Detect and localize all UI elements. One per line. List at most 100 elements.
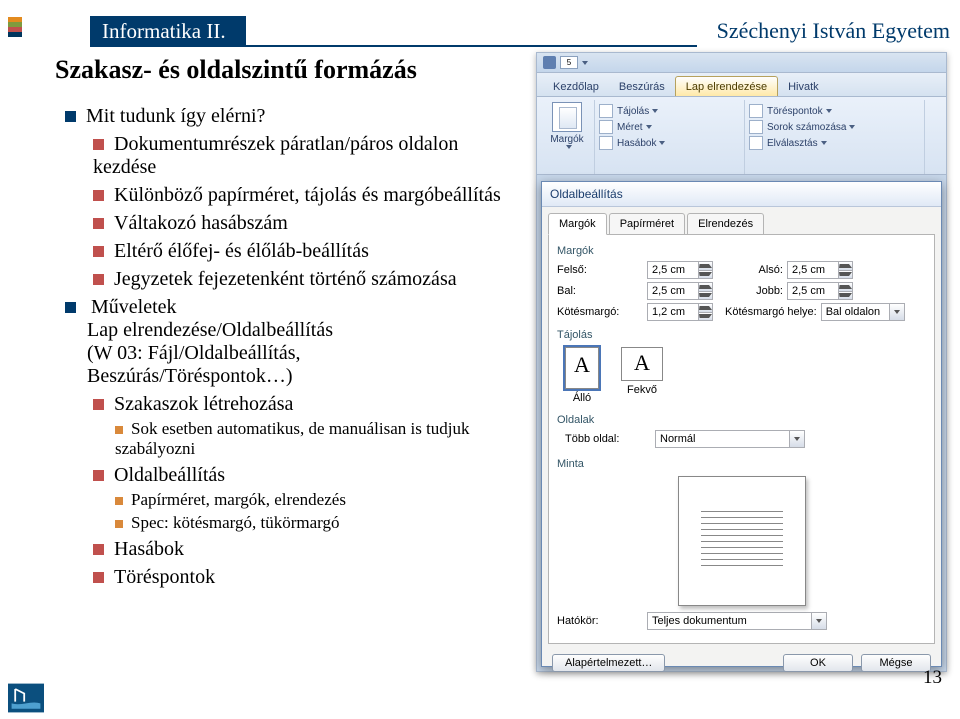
section-margins-label: Margók — [557, 245, 926, 257]
bullet-l2: Különböző papírméret, tájolás és margóbe… — [93, 184, 505, 207]
orientation-button[interactable]: Tájolás — [599, 104, 740, 118]
gutter-pos-combo[interactable]: Bal oldalon — [821, 303, 905, 321]
section-pages-label: Oldalak — [557, 414, 926, 426]
dialog-tab-layout[interactable]: Elrendezés — [687, 213, 764, 235]
page-setup-dialog: Oldalbeállítás Margók Papírméret Elrende… — [541, 181, 942, 667]
spin-up-icon[interactable] — [839, 264, 852, 268]
header-university: Széchenyi István Egyetem — [717, 18, 950, 44]
size-icon — [599, 120, 613, 134]
section-preview-label: Minta — [557, 458, 926, 470]
slide-header: Informatika II. Széchenyi István Egyetem — [90, 16, 950, 47]
ok-button[interactable]: OK — [783, 654, 853, 672]
bullet-l2: Szakaszok létrehozása Sok esetben automa… — [93, 393, 505, 459]
portrait-icon: A — [565, 347, 599, 389]
spin-up-icon[interactable] — [699, 264, 712, 268]
bullet-l2: Eltérő élőfej- és élőláb-beállítás — [93, 240, 505, 263]
right-margin-label: Jobb: — [733, 285, 783, 297]
tab-references[interactable]: Hivatk — [778, 77, 829, 96]
page-title: Szakasz- és oldalszintű formázás — [55, 55, 417, 85]
size-button[interactable]: Méret — [599, 120, 740, 134]
multiple-pages-label: Több oldal: — [565, 433, 655, 445]
word-screenshot: 5 Kezdőlap Beszúrás Lap elrendezése Hiva… — [536, 52, 947, 672]
line-numbers-button[interactable]: Sorok számozása — [749, 120, 920, 134]
chevron-down-icon — [826, 109, 832, 113]
chevron-down-icon — [889, 304, 904, 320]
chevron-down-icon — [849, 125, 855, 129]
office-button-icon[interactable] — [543, 56, 556, 69]
gutter-label: Kötésmargó: — [557, 306, 647, 318]
chevron-down-icon — [566, 145, 572, 149]
tab-insert[interactable]: Beszúrás — [609, 77, 675, 96]
dialog-body: Margók Felső: 2,5 cm Alsó: 2,5 cm Bal: 2… — [548, 234, 935, 644]
multiple-pages-combo[interactable]: Normál — [655, 430, 805, 448]
bullet-l2: Váltakozó hasábszám — [93, 212, 505, 235]
page-number: 13 — [923, 667, 942, 689]
left-margin-label: Bal: — [557, 285, 647, 297]
bullet-l4: Papírméret, margók, elrendezés — [115, 490, 505, 510]
bullet-l4: Spec: kötésmargó, tükörmargó — [115, 513, 505, 533]
margins-button[interactable]: Margók — [544, 102, 590, 172]
qat-dropdown-icon[interactable] — [582, 61, 588, 65]
bullet-l2: Oldalbeállítás Papírméret, margók, elren… — [93, 464, 505, 533]
gutter-spinner[interactable]: 1,2 cm — [647, 303, 713, 321]
top-margin-spinner[interactable]: 2,5 cm — [647, 261, 713, 279]
chevron-down-icon — [811, 613, 826, 629]
columns-icon — [599, 136, 613, 150]
gutter-pos-label: Kötésmargó helye: — [725, 306, 817, 318]
margins-icon — [552, 102, 582, 132]
breaks-button[interactable]: Töréspontok — [749, 104, 920, 118]
dialog-tab-paper[interactable]: Papírméret — [609, 213, 685, 235]
orientation-landscape[interactable]: A Fekvő — [621, 347, 663, 404]
breaks-icon — [749, 104, 763, 118]
columns-button[interactable]: Hasábok — [599, 136, 740, 150]
dialog-tab-margins[interactable]: Margók — [548, 213, 607, 235]
chevron-down-icon — [659, 141, 665, 145]
bottom-margin-label: Alsó: — [733, 264, 783, 276]
cancel-button[interactable]: Mégse — [861, 654, 931, 672]
header-course-tag: Informatika II. — [90, 16, 246, 47]
bullet-l2: Töréspontok — [93, 566, 505, 589]
chevron-down-icon — [789, 431, 804, 447]
left-margin-spinner[interactable]: 2,5 cm — [647, 282, 713, 300]
university-logo-icon — [8, 683, 44, 713]
dialog-tabs: Margók Papírméret Elrendezés — [548, 213, 935, 235]
header-underline — [246, 21, 697, 47]
right-margin-spinner[interactable]: 2,5 cm — [787, 282, 853, 300]
page-preview — [678, 476, 806, 606]
bullet-l4: Sok esetben automatikus, de manuálisan i… — [115, 419, 505, 459]
chevron-down-icon — [821, 141, 827, 145]
spin-down-icon[interactable] — [699, 293, 712, 297]
spin-up-icon[interactable] — [699, 306, 712, 310]
orientation-icon — [599, 104, 613, 118]
bullet-l2: Jegyzetek fejezetenként történő számozás… — [93, 268, 505, 291]
apply-to-combo[interactable]: Teljes dokumentum — [647, 612, 827, 630]
bullet-l1: Műveletek Lap elrendezése/Oldalbeállítás… — [65, 296, 505, 589]
spin-down-icon[interactable] — [699, 314, 712, 318]
orientation-portrait[interactable]: A Álló — [565, 347, 599, 404]
spin-down-icon[interactable] — [839, 293, 852, 297]
default-button[interactable]: Alapértelmezett… — [552, 654, 665, 672]
slide-accent-strip — [8, 17, 22, 37]
line-numbers-icon — [749, 120, 763, 134]
bottom-margin-spinner[interactable]: 2,5 cm — [787, 261, 853, 279]
bullet-l2: Dokumentumrészek páratlan/páros oldalon … — [93, 133, 505, 179]
spin-down-icon[interactable] — [839, 272, 852, 276]
tab-home[interactable]: Kezdőlap — [543, 77, 609, 96]
spin-up-icon[interactable] — [839, 285, 852, 289]
bullet-l1: Mit tudunk így elérni? Dokumentumrészek … — [65, 105, 505, 291]
chevron-down-icon — [646, 125, 652, 129]
slide-body: Mit tudunk így elérni? Dokumentumrészek … — [55, 100, 505, 594]
dialog-title: Oldalbeállítás — [542, 182, 941, 207]
top-margin-label: Felső: — [557, 264, 647, 276]
spin-down-icon[interactable] — [699, 272, 712, 276]
dialog-footer: Alapértelmezett… OK Mégse — [542, 648, 941, 676]
chevron-down-icon — [652, 109, 658, 113]
hyphenation-button[interactable]: Elválasztás — [749, 136, 920, 150]
hyphenation-icon — [749, 136, 763, 150]
qat-field[interactable]: 5 — [560, 56, 578, 69]
ribbon: Margók Tájolás Méret Hasábok Töréspontok… — [537, 97, 946, 175]
section-orientation-label: Tájolás — [557, 329, 926, 341]
tab-page-layout[interactable]: Lap elrendezése — [675, 76, 778, 96]
spin-up-icon[interactable] — [699, 285, 712, 289]
landscape-icon: A — [621, 347, 663, 381]
